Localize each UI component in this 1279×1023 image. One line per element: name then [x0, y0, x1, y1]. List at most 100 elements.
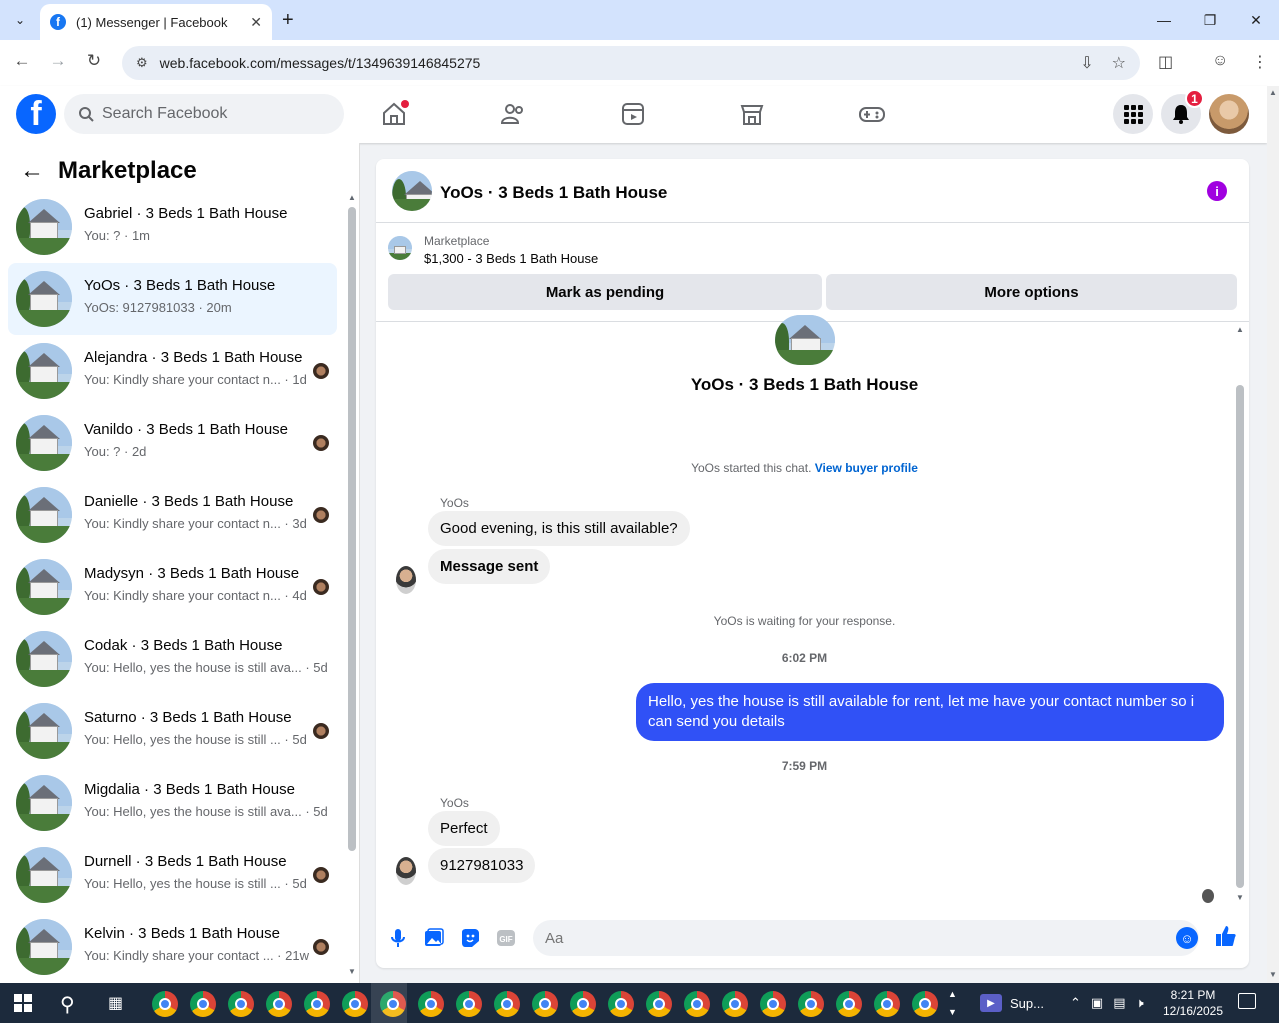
tray-chevron-icon[interactable]: ⌃	[1070, 995, 1081, 1011]
back-arrow-icon[interactable]: ←	[20, 157, 44, 185]
close-tab-icon[interactable]: ✕	[250, 14, 262, 31]
scroll-down-icon[interactable]: ▼	[348, 967, 356, 976]
conversation-item[interactable]: Durnell · 3 Beds 1 Bath House You: Hello,…	[8, 839, 337, 911]
buyer-avatar[interactable]	[396, 566, 416, 594]
chrome-taskbar-icon[interactable]	[304, 991, 330, 1017]
scroll-thumb[interactable]	[1236, 385, 1244, 888]
chrome-taskbar-icon[interactable]	[371, 983, 407, 1023]
profile-icon[interactable]: ☺	[1212, 52, 1228, 70]
mark-as-pending-button[interactable]: Mark as pending	[388, 274, 822, 310]
chat-title[interactable]: YoOs · 3 Beds 1 Bath House	[440, 183, 667, 203]
conversation-item[interactable]: Saturno · 3 Beds 1 Bath House You: Hello,…	[8, 695, 337, 767]
windows-start-icon[interactable]	[14, 994, 32, 1012]
chrome-taskbar-icon[interactable]	[684, 991, 710, 1017]
incoming-message[interactable]: 9127981033	[428, 848, 536, 883]
message-input[interactable]	[545, 929, 1145, 947]
forward-icon[interactable]: →	[46, 51, 70, 71]
video-icon[interactable]	[619, 100, 647, 128]
taskbar-app[interactable]: ▶ Sup...	[980, 983, 1044, 1023]
chrome-taskbar-icon[interactable]	[494, 991, 520, 1017]
chrome-taskbar-icon[interactable]	[570, 991, 596, 1017]
volume-icon[interactable]: 🕨	[1136, 995, 1144, 1011]
scroll-up-icon[interactable]: ▲	[1269, 88, 1277, 97]
scroll-thumb[interactable]	[348, 207, 356, 851]
incoming-message[interactable]: Message sent	[428, 549, 551, 584]
chrome-taskbar-icon[interactable]	[912, 991, 938, 1017]
gaming-icon[interactable]	[858, 100, 886, 128]
scroll-up-icon[interactable]: ▲	[348, 193, 356, 202]
scroll-down-icon[interactable]: ▼	[1236, 893, 1244, 902]
taskbar-overflow-arrows[interactable]: ▲ ▼	[948, 985, 957, 1021]
conversation-item[interactable]: YoOs · 3 Beds 1 Bath House YoOs: 91279810…	[8, 263, 337, 335]
emoji-icon[interactable]: ☺	[1176, 927, 1198, 949]
chrome-taskbar-icon[interactable]	[722, 991, 748, 1017]
info-icon[interactable]: i	[1207, 181, 1227, 201]
extensions-icon[interactable]: ◫	[1158, 52, 1173, 72]
chrome-taskbar-icon[interactable]	[418, 991, 444, 1017]
browser-tab[interactable]: f (1) Messenger | Facebook ✕	[40, 4, 272, 40]
chrome-taskbar-icon[interactable]	[532, 991, 558, 1017]
friends-icon[interactable]	[499, 100, 527, 128]
gif-icon[interactable]: GIF	[495, 927, 517, 949]
scroll-up-icon[interactable]: ▲	[1236, 325, 1244, 334]
chrome-taskbar-icon[interactable]	[456, 991, 482, 1017]
omnibox[interactable]: ⚙ web.facebook.com/messages/t/1349639146…	[122, 46, 1140, 80]
network-icon[interactable]: ▤	[1113, 995, 1125, 1011]
sticker-icon[interactable]	[459, 927, 481, 949]
reload-icon[interactable]: ↻	[82, 51, 106, 71]
new-tab-button[interactable]: +	[282, 8, 294, 32]
menu-grid-button[interactable]	[1113, 94, 1153, 134]
chrome-taskbar-icon[interactable]	[760, 991, 786, 1017]
bookmark-star-icon[interactable]: ☆	[1112, 53, 1126, 73]
facebook-search[interactable]: Search Facebook	[64, 94, 344, 134]
chrome-taskbar-icon[interactable]	[798, 991, 824, 1017]
account-avatar[interactable]	[1209, 94, 1249, 134]
page-scrollbar[interactable]: ▲ ▼	[1267, 86, 1279, 983]
chrome-taskbar-icon[interactable]	[266, 991, 292, 1017]
more-options-button[interactable]: More options	[826, 274, 1237, 310]
incoming-message[interactable]: Perfect	[428, 811, 500, 846]
meet-now-icon[interactable]: ▣	[1091, 995, 1103, 1011]
chrome-taskbar-icon[interactable]	[646, 991, 672, 1017]
chrome-taskbar-icon[interactable]	[152, 991, 178, 1017]
incoming-message[interactable]: Good evening, is this still available?	[428, 511, 690, 546]
site-info-icon[interactable]: ⚙	[136, 55, 148, 71]
url-text[interactable]: web.facebook.com/messages/t/134963914684…	[160, 55, 481, 71]
listing-small-thumbnail[interactable]	[388, 236, 412, 260]
chrome-taskbar-icon[interactable]	[836, 991, 862, 1017]
close-window-button[interactable]: ✕	[1233, 0, 1279, 40]
facebook-logo-icon[interactable]: f	[16, 94, 56, 134]
install-app-icon[interactable]: ⇩	[1080, 53, 1093, 73]
marketplace-icon[interactable]	[738, 100, 766, 128]
conversation-item[interactable]: Vanildo · 3 Beds 1 Bath House You: ? · 2d	[8, 407, 337, 479]
minimize-button[interactable]: —	[1141, 0, 1187, 40]
buyer-avatar[interactable]	[396, 857, 416, 885]
notification-center-icon[interactable]	[1238, 993, 1256, 1009]
chrome-taskbar-icon[interactable]	[608, 991, 634, 1017]
view-buyer-profile-link[interactable]: View buyer profile	[815, 461, 918, 475]
thumbs-up-icon[interactable]	[1214, 924, 1238, 948]
message-input-wrapper[interactable]	[533, 920, 1199, 956]
outgoing-message[interactable]: Hello, yes the house is still available …	[636, 683, 1224, 741]
chrome-taskbar-icon[interactable]	[342, 991, 368, 1017]
conversation-scrollbar[interactable]: ▲ ▼	[347, 193, 357, 983]
conversation-item[interactable]: Migdalia · 3 Beds 1 Bath House You: Hello…	[8, 767, 337, 839]
system-tray[interactable]: ⌃ ▣ ▤ 🕨	[1070, 995, 1144, 1011]
restore-button[interactable]: ❐	[1187, 0, 1233, 40]
conversation-item[interactable]: Alejandra · 3 Beds 1 Bath House You: Kind…	[8, 335, 337, 407]
task-view-icon[interactable]: ▦	[108, 993, 123, 1013]
chrome-taskbar-icon[interactable]	[228, 991, 254, 1017]
tab-search-dropdown[interactable]: ⌄	[8, 8, 32, 32]
photo-icon[interactable]	[423, 927, 445, 949]
chat-scrollbar[interactable]: ▲ ▼	[1233, 323, 1247, 903]
conversation-item[interactable]: Kelvin · 3 Beds 1 Bath House You: Kindly …	[8, 911, 337, 983]
conversation-item[interactable]: Codak · 3 Beds 1 Bath House You: Hello, y…	[8, 623, 337, 695]
chrome-taskbar-icon[interactable]	[190, 991, 216, 1017]
listing-thumbnail[interactable]	[392, 171, 432, 211]
chrome-taskbar-icon[interactable]	[874, 991, 900, 1017]
conversation-item[interactable]: Madysyn · 3 Beds 1 Bath House You: Kindly…	[8, 551, 337, 623]
scroll-down-icon[interactable]: ▼	[1269, 970, 1277, 979]
microphone-icon[interactable]	[387, 927, 409, 949]
back-icon[interactable]: ←	[10, 51, 34, 71]
conversation-item[interactable]: Danielle · 3 Beds 1 Bath House You: Kindl…	[8, 479, 337, 551]
